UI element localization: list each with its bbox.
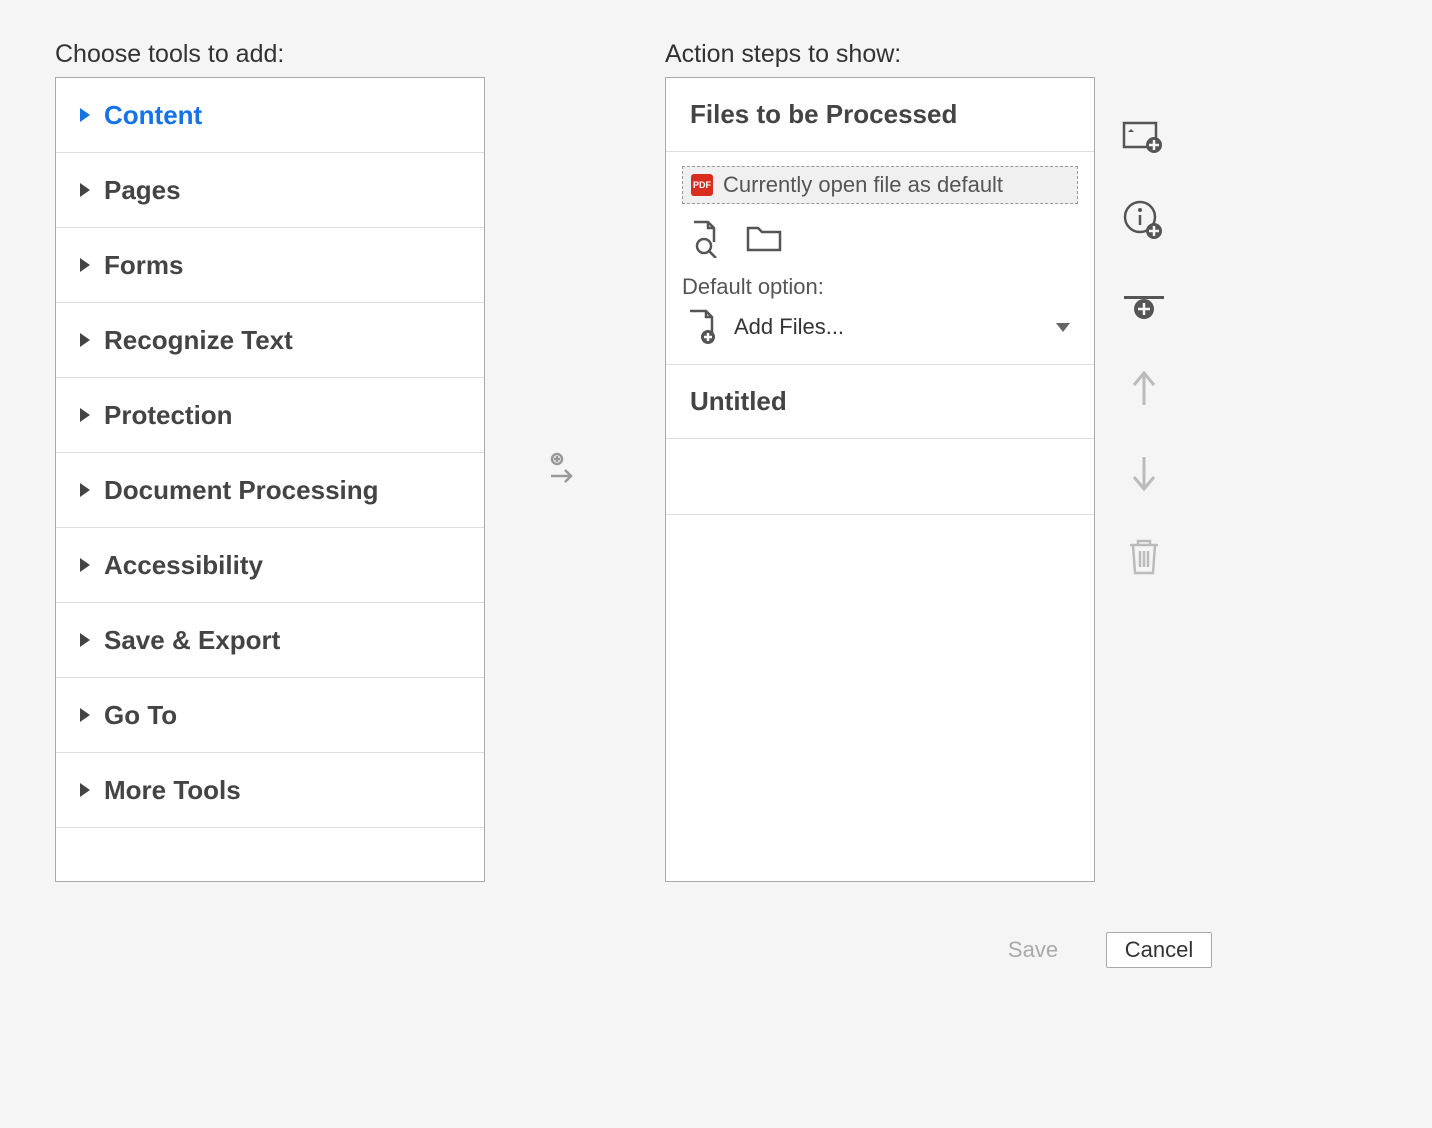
category-document-processing[interactable]: Document Processing (56, 453, 484, 528)
current-file-chip[interactable]: PDF Currently open file as default (682, 166, 1078, 204)
add-instruction-button[interactable] (1122, 199, 1166, 243)
choose-tools-heading: Choose tools to add: (55, 40, 485, 69)
chevron-right-icon (80, 108, 90, 122)
category-pages[interactable]: Pages (56, 153, 484, 228)
chevron-right-icon (80, 783, 90, 797)
category-save-export[interactable]: Save & Export (56, 603, 484, 678)
add-panel-button[interactable] (1122, 115, 1166, 159)
category-label: Protection (104, 400, 233, 431)
category-forms[interactable]: Forms (56, 228, 484, 303)
category-more-tools[interactable]: More Tools (56, 753, 484, 828)
category-content[interactable]: Content (56, 78, 484, 153)
move-down-button[interactable] (1122, 451, 1166, 495)
add-to-steps-arrow-icon[interactable] (545, 450, 581, 491)
add-file-icon (682, 307, 722, 347)
steps-panel: Files to be Processed PDF Currently open… (665, 77, 1095, 882)
files-processed-header: Files to be Processed (666, 78, 1094, 152)
default-option-value: Add Files... (734, 314, 844, 340)
add-divider-button[interactable] (1122, 283, 1166, 327)
chevron-right-icon (80, 483, 90, 497)
chevron-right-icon (80, 708, 90, 722)
preview-file-icon[interactable] (684, 218, 726, 260)
category-accessibility[interactable]: Accessibility (56, 528, 484, 603)
chevron-right-icon (80, 333, 90, 347)
chevron-right-icon (80, 183, 90, 197)
move-up-button[interactable] (1122, 367, 1166, 411)
chevron-right-icon (80, 558, 90, 572)
category-label: Accessibility (104, 550, 263, 581)
category-label: Pages (104, 175, 181, 206)
category-label: Forms (104, 250, 183, 281)
category-label: Save & Export (104, 625, 280, 656)
default-option-label: Default option: (682, 274, 1078, 300)
chevron-right-icon (80, 408, 90, 422)
action-steps-area[interactable] (666, 439, 1094, 515)
action-steps-heading: Action steps to show: (665, 40, 1095, 69)
category-protection[interactable]: Protection (56, 378, 484, 453)
action-name-header[interactable]: Untitled (666, 365, 1094, 439)
category-label: Content (104, 100, 202, 131)
delete-button[interactable] (1122, 535, 1166, 579)
category-label: Document Processing (104, 475, 379, 506)
cancel-button[interactable]: Cancel (1106, 932, 1212, 968)
chevron-down-icon (1056, 323, 1070, 332)
tools-panel: Content Pages Forms Recognize Text Prote… (55, 77, 485, 882)
chevron-right-icon (80, 633, 90, 647)
folder-icon[interactable] (744, 218, 786, 260)
category-label: Go To (104, 700, 177, 731)
category-go-to[interactable]: Go To (56, 678, 484, 753)
pdf-icon: PDF (691, 174, 713, 196)
default-option-dropdown[interactable]: Add Files... (682, 306, 1078, 348)
chevron-right-icon (80, 258, 90, 272)
category-recognize-text[interactable]: Recognize Text (56, 303, 484, 378)
category-label: More Tools (104, 775, 241, 806)
category-label: Recognize Text (104, 325, 293, 356)
current-file-label: Currently open file as default (723, 172, 1003, 198)
save-button[interactable]: Save (980, 932, 1086, 968)
